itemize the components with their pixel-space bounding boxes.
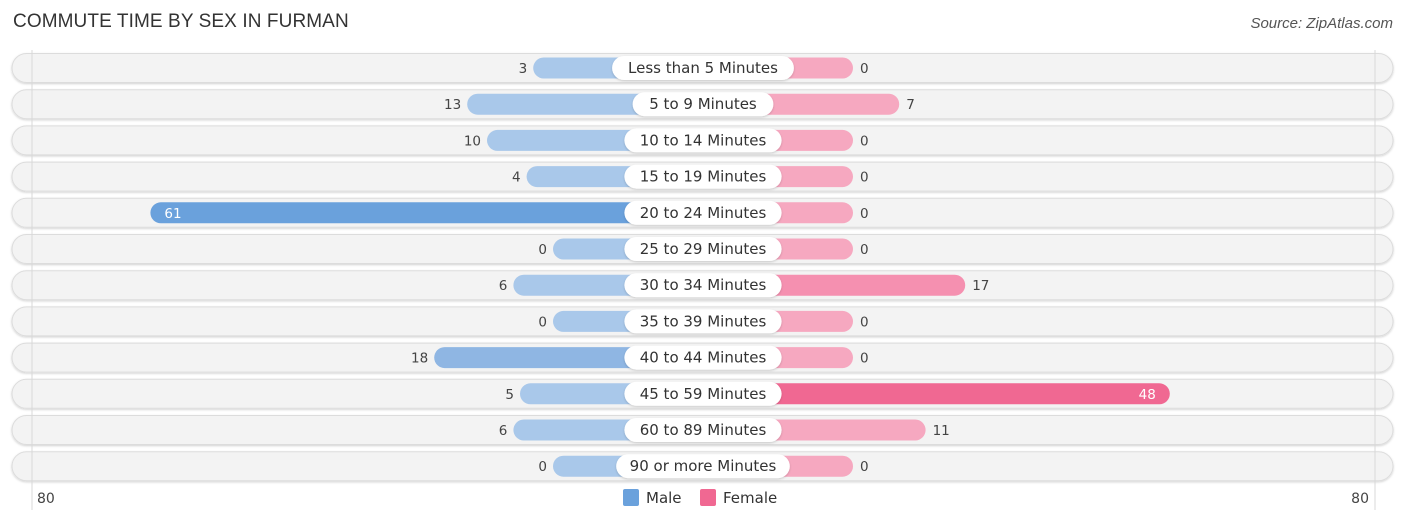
value-label-male: 0 xyxy=(538,314,547,330)
value-label-female: 17 xyxy=(972,278,989,294)
legend-swatch-female xyxy=(700,489,716,506)
value-label-male: 10 xyxy=(464,133,481,149)
legend-swatch-male xyxy=(623,489,639,506)
value-label-male: 0 xyxy=(538,242,547,258)
value-label-male: 13 xyxy=(444,97,461,113)
value-label-female: 0 xyxy=(860,459,869,475)
category-label: 60 to 89 Minutes xyxy=(640,421,767,439)
row-3: 4 0 15 to 19 Minutes xyxy=(11,161,1394,192)
category-label: 25 to 29 Minutes xyxy=(640,240,767,258)
value-label-female: 48 xyxy=(1139,387,1156,403)
value-label-male: 3 xyxy=(519,61,528,77)
value-label-female: 7 xyxy=(906,97,915,113)
legend: Male Female xyxy=(623,489,777,507)
row-9: 5 48 45 to 59 Minutes xyxy=(11,378,1394,409)
value-label-female: 0 xyxy=(860,133,869,149)
value-label-male: 61 xyxy=(164,206,181,222)
category-label: 30 to 34 Minutes xyxy=(640,276,767,294)
axis-label-right: 80 xyxy=(1351,491,1369,507)
category-label: 40 to 44 Minutes xyxy=(640,349,767,367)
row-6: 6 17 30 to 34 Minutes xyxy=(11,270,1394,301)
category-label: 15 to 19 Minutes xyxy=(640,168,767,186)
value-label-male: 6 xyxy=(499,278,508,294)
category-label: 5 to 9 Minutes xyxy=(649,95,757,113)
value-label-male: 6 xyxy=(499,423,508,439)
category-label: 35 to 39 Minutes xyxy=(640,312,767,330)
value-label-female: 0 xyxy=(860,242,869,258)
axis-label-left: 80 xyxy=(37,491,55,507)
row-0: 3 0 Less than 5 Minutes xyxy=(11,53,1394,83)
value-label-male: 5 xyxy=(505,387,514,403)
value-label-male: 4 xyxy=(512,170,521,186)
value-label-female: 0 xyxy=(860,206,869,222)
value-label-female: 0 xyxy=(860,170,869,186)
row-11: 0 0 90 or more Minutes xyxy=(11,451,1394,482)
value-label-female: 0 xyxy=(860,351,869,367)
value-label-female: 11 xyxy=(933,423,950,439)
bar-male xyxy=(150,202,703,224)
category-label: 20 to 24 Minutes xyxy=(640,204,767,222)
category-label: Less than 5 Minutes xyxy=(628,59,778,77)
row-5: 0 0 25 to 29 Minutes xyxy=(11,234,1394,264)
row-10: 6 11 60 to 89 Minutes xyxy=(11,415,1394,445)
value-label-male: 18 xyxy=(411,351,428,367)
value-label-female: 0 xyxy=(860,61,869,77)
legend-label-male: Male xyxy=(646,489,682,507)
category-label: 90 or more Minutes xyxy=(630,457,777,475)
chart-rows: 3 0 Less than 5 Minutes 13 7 5 to 9 Minutes 10… xyxy=(11,53,1394,482)
chart-svg: 3 0 Less than 5 Minutes 13 7 5 to 9 Minutes 10… xyxy=(11,50,1394,510)
row-7: 0 0 35 to 39 Minutes xyxy=(11,306,1394,337)
row-4: 61 0 20 to 24 Minutes xyxy=(11,197,1394,228)
value-label-male: 0 xyxy=(538,459,547,475)
row-2: 10 0 10 to 14 Minutes xyxy=(11,125,1394,156)
row-8: 18 0 40 to 44 Minutes xyxy=(11,342,1394,373)
value-label-female: 0 xyxy=(860,314,869,330)
category-label: 45 to 59 Minutes xyxy=(640,385,767,403)
row-1: 13 7 5 to 9 Minutes xyxy=(11,89,1394,120)
legend-label-female: Female xyxy=(723,489,777,507)
category-label: 10 to 14 Minutes xyxy=(640,131,767,149)
